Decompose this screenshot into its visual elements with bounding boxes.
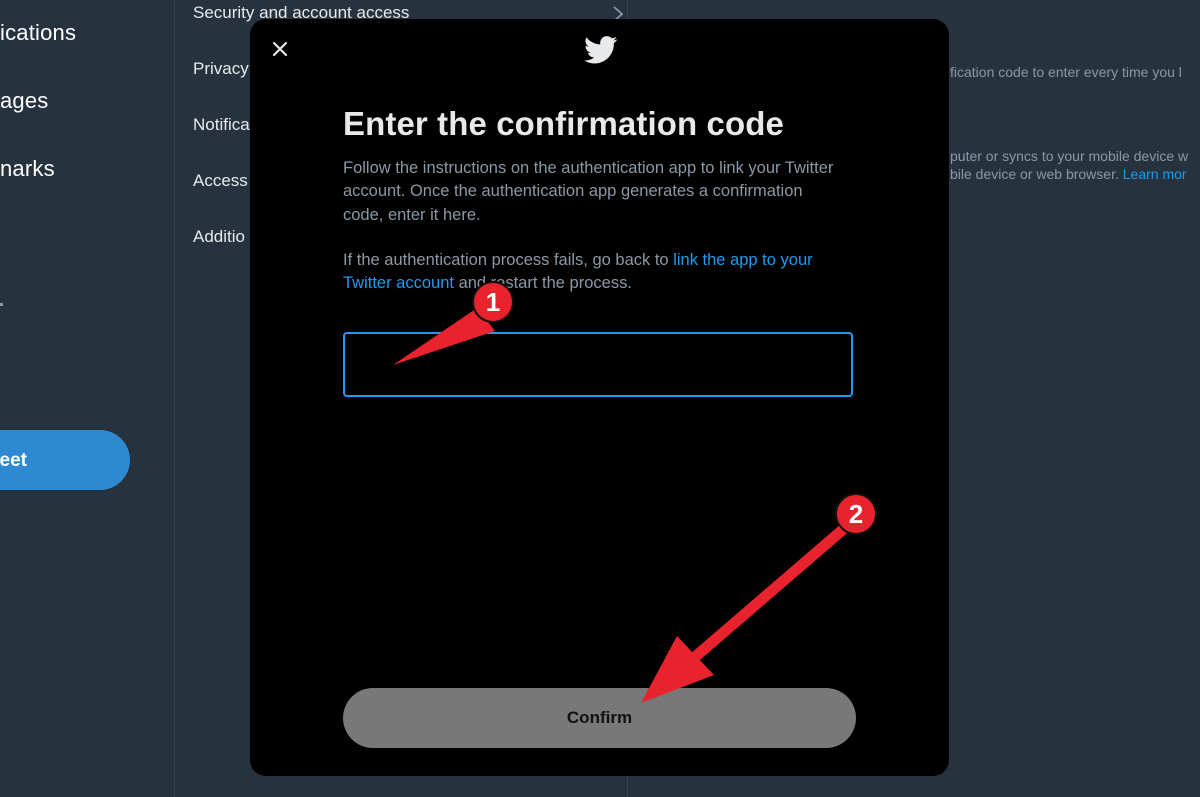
- nav-item-label: narks: [0, 156, 55, 181]
- help-text-suffix: and restart the process.: [458, 274, 632, 293]
- tweet-button[interactable]: eet: [0, 430, 130, 490]
- tweet-button-label: eet: [0, 450, 27, 471]
- help-text-prefix: If the authentication process fails, go …: [343, 251, 669, 269]
- twitter-bird-icon: [584, 36, 618, 64]
- left-navigation: ications ages narks eet: [0, 0, 175, 797]
- nav-item-fragment: [0, 303, 3, 306]
- detail-text-line: bile device or web browser. Learn mor: [950, 166, 1187, 182]
- confirmation-code-input[interactable]: [343, 332, 853, 397]
- nav-item-messages[interactable]: ages: [0, 88, 170, 114]
- settings-item-privacy[interactable]: Privacy: [193, 59, 249, 79]
- confirmation-code-dialog: Enter the confirmation code Follow the i…: [250, 19, 949, 776]
- settings-item-additional[interactable]: Additio: [193, 227, 245, 247]
- settings-item-accessibility[interactable]: Access: [193, 171, 248, 191]
- detail-text-line: puter or syncs to your mobile device w: [950, 148, 1189, 164]
- dialog-help-text: If the authentication process fails, go …: [343, 249, 863, 296]
- settings-item-notifications[interactable]: Notifica: [193, 115, 250, 135]
- confirm-button[interactable]: Confirm: [343, 688, 856, 748]
- settings-item-label: Access: [193, 171, 248, 190]
- nav-item-notifications[interactable]: ications: [0, 20, 170, 46]
- learn-more-link[interactable]: Learn mor: [1123, 166, 1187, 182]
- dialog-title: Enter the confirmation code: [343, 105, 784, 142]
- close-icon[interactable]: [266, 35, 294, 63]
- nav-item-label: ications: [0, 20, 77, 45]
- settings-item-label: Privacy: [193, 59, 249, 78]
- settings-item-label: Additio: [193, 227, 245, 246]
- nav-item-label: ages: [0, 88, 49, 113]
- settings-item-label: Notifica: [193, 115, 250, 134]
- detail-text: bile device or web browser.: [950, 166, 1119, 182]
- dialog-description: Follow the instructions on the authentic…: [343, 159, 834, 224]
- nav-item-bookmarks[interactable]: narks: [0, 156, 170, 182]
- detail-text-line: fication code to enter every time you l: [950, 64, 1182, 80]
